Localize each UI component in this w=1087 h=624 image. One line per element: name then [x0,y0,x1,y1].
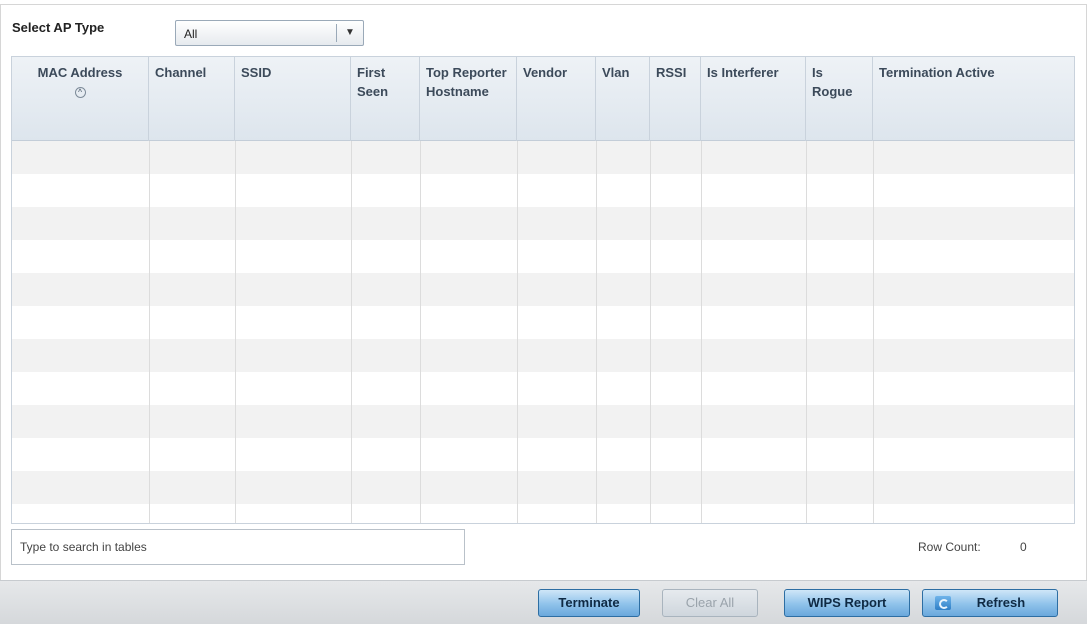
column-divider [806,141,807,523]
ap-type-label: Select AP Type [12,20,105,35]
clear-all-button[interactable]: Clear All [662,589,758,617]
column-label: First Seen [357,65,389,99]
empty-row [12,240,1074,273]
column-label: Vendor [523,65,568,80]
column-label: Top Reporter Hostname [426,65,507,99]
column-label: Is Rogue [812,65,853,99]
empty-row [12,405,1074,438]
column-header-mac-address[interactable]: MAC Address ^ [12,57,149,141]
empty-row [12,141,1074,174]
column-label: MAC Address [37,65,123,80]
empty-row [12,273,1074,306]
table-header: MAC Address ^ Channel SSID First Seen To… [12,57,1074,141]
wips-report-button-label: WIPS Report [807,595,887,610]
refresh-button-label: Refresh [976,595,1026,610]
terminate-button[interactable]: Terminate [538,589,640,617]
select-divider [336,24,337,42]
column-header-vendor[interactable]: Vendor [517,57,596,141]
column-label: Vlan [602,65,630,80]
ap-table: MAC Address ^ Channel SSID First Seen To… [11,56,1075,524]
terminate-button-label: Terminate [558,595,620,610]
column-divider [701,141,702,523]
empty-row [12,372,1074,405]
empty-row [12,174,1074,207]
column-label: Channel [155,65,207,80]
table-search-input[interactable]: Type to search in tables [11,529,465,565]
refresh-button[interactable]: Refresh [922,589,1058,617]
ap-type-select[interactable]: All ▼ [175,20,364,46]
clear-all-button-label: Clear All [685,595,735,610]
sort-ascending-icon[interactable]: ^ [74,87,86,98]
empty-row [12,306,1074,339]
column-header-is-interferer[interactable]: Is Interferer [701,57,806,141]
table-body [12,141,1074,523]
column-label: RSSI [656,65,687,80]
empty-row [12,339,1074,372]
column-divider [420,141,421,523]
column-header-is-rogue[interactable]: Is Rogue [806,57,873,141]
empty-row [12,471,1074,504]
column-header-rssi[interactable]: RSSI [650,57,701,141]
column-divider [596,141,597,523]
empty-row [12,438,1074,471]
chevron-down-icon[interactable]: ▼ [343,27,357,39]
column-divider [517,141,518,523]
column-divider [235,141,236,523]
column-divider [873,141,874,523]
column-header-top-reporter[interactable]: Top Reporter Hostname [420,57,517,141]
wips-report-button[interactable]: WIPS Report [784,589,910,617]
column-label: Is Interferer [707,65,779,80]
column-divider [149,141,150,523]
column-header-termination-active[interactable]: Termination Active [873,57,1074,141]
refresh-icon [935,596,951,610]
column-header-vlan[interactable]: Vlan [596,57,650,141]
column-header-channel[interactable]: Channel [149,57,235,141]
row-count-label: Row Count: [918,540,981,554]
column-label: SSID [241,65,272,80]
ap-type-selected-value: All [184,27,198,41]
column-divider [351,141,352,523]
column-header-ssid[interactable]: SSID [235,57,351,141]
column-header-first-seen[interactable]: First Seen [351,57,420,141]
row-count-value: 0 [1020,540,1027,554]
empty-row [12,207,1074,240]
search-placeholder: Type to search in tables [20,540,147,554]
column-label: Termination Active [879,65,995,80]
empty-row [12,504,1074,523]
column-divider [650,141,651,523]
